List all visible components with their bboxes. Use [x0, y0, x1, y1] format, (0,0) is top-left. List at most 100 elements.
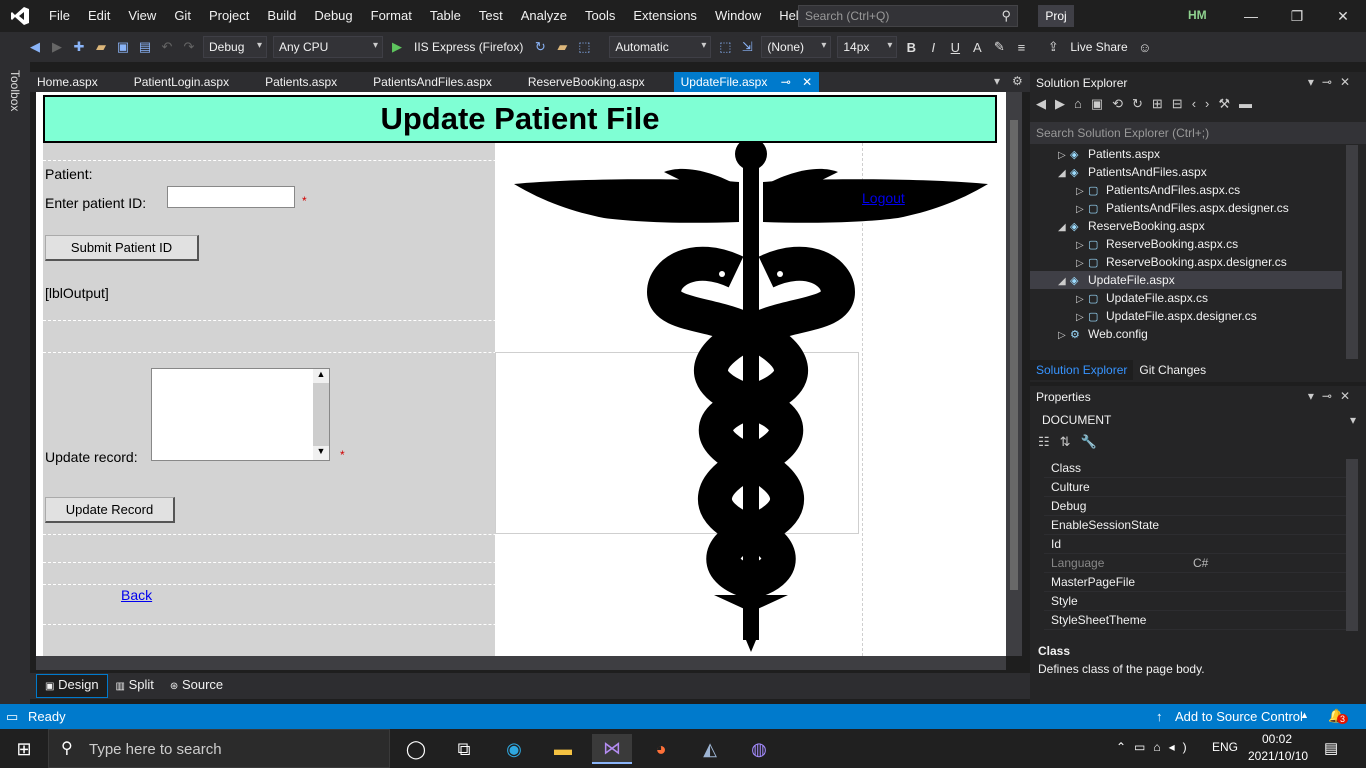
tree-item-reservebooking-designer[interactable]: ▷ ▢ ReserveBooking.aspx.designer.cs — [1030, 253, 1342, 271]
tab-design[interactable]: ▣ Design — [36, 674, 108, 698]
properties-object-dropdown[interactable]: DOCUMENT ▾ — [1036, 410, 1360, 430]
tab-list-icon[interactable]: ▾ — [994, 74, 1000, 88]
menu-test[interactable]: Test — [470, 0, 512, 32]
forward-icon[interactable]: ▶ — [46, 36, 68, 58]
menu-table[interactable]: Table — [421, 0, 470, 32]
panel-controls-icon[interactable]: ▾⊸✕ — [1308, 75, 1358, 89]
scrollbar-thumb[interactable] — [1010, 120, 1018, 590]
properties-controls-icon[interactable]: ▾⊸✕ — [1308, 389, 1358, 403]
live-share-button[interactable]: Live Share — [1070, 40, 1127, 54]
windows-start-icon[interactable]: ⊞ — [4, 734, 44, 764]
tab-patients[interactable]: Patients.aspx — [258, 72, 344, 92]
prop-row-culture[interactable]: Culture — [1044, 478, 1356, 497]
properties-toolbar-icons[interactable]: ☷⇅🔧 — [1038, 434, 1107, 450]
submit-patient-id-button[interactable]: Submit Patient ID — [45, 235, 199, 261]
prop-row-stylesheettheme[interactable]: StyleSheetTheme — [1044, 611, 1356, 630]
tab-git-changes[interactable]: Git Changes — [1133, 360, 1212, 380]
visual-studio-taskbar-icon[interactable]: ⋈ — [592, 734, 632, 764]
tree-item-reservebooking-cs[interactable]: ▷ ▢ ReserveBooking.aspx.cs — [1030, 235, 1342, 253]
tab-reservebooking[interactable]: ReserveBooking.aspx — [521, 72, 652, 92]
solution-toolbar-icons[interactable]: ◀▶⌂▣⟲↻⊞⊟‹›⚒▬ — [1036, 96, 1360, 118]
pin-icon[interactable]: ⊸ — [781, 75, 791, 89]
update-record-textarea[interactable] — [151, 368, 330, 461]
refresh-icon[interactable]: ↻ — [529, 36, 551, 58]
justify-icon[interactable]: ≡ — [1010, 36, 1032, 58]
settings-gear-icon[interactable]: ⚙ — [1012, 74, 1023, 88]
menu-format[interactable]: Format — [362, 0, 421, 32]
prop-row-enablesessionstate[interactable]: EnableSessionState — [1044, 516, 1356, 535]
action-center-icon[interactable]: ▤ — [1324, 739, 1338, 757]
bold-icon[interactable]: B — [900, 36, 922, 58]
open-folder-icon[interactable]: ▰ — [90, 36, 112, 58]
redo-icon[interactable]: ↷ — [178, 36, 200, 58]
designer-vertical-scrollbar[interactable] — [1006, 92, 1022, 656]
properties-scrollbar[interactable] — [1346, 459, 1358, 631]
project-name-badge[interactable]: Proj — [1038, 5, 1074, 27]
menu-file[interactable]: File — [40, 0, 79, 32]
italic-icon[interactable]: I — [922, 36, 944, 58]
github-desktop-icon[interactable]: ◍ — [739, 734, 779, 764]
style-target-dropdown[interactable]: (None) — [761, 36, 832, 58]
save-all-icon[interactable]: ▤ — [134, 36, 156, 58]
menu-project[interactable]: Project — [200, 0, 258, 32]
prop-row-language[interactable]: Language C# — [1044, 554, 1356, 573]
clock-time[interactable]: 00:02 — [1262, 732, 1292, 746]
configuration-dropdown[interactable]: Debug — [203, 36, 267, 58]
back-icon[interactable]: ◀ — [24, 36, 46, 58]
clock-date[interactable]: 2021/10/10 — [1248, 749, 1308, 763]
menu-debug[interactable]: Debug — [305, 0, 361, 32]
language-indicator[interactable]: ENG — [1212, 740, 1238, 754]
scroll-down-icon[interactable]: ▼ — [313, 446, 329, 460]
prop-row-id[interactable]: Id — [1044, 535, 1356, 554]
font-size-dropdown[interactable]: 14px — [837, 36, 898, 58]
underline-icon[interactable]: U — [944, 36, 966, 58]
undo-icon[interactable]: ↶ — [156, 36, 178, 58]
prop-row-debug[interactable]: Debug — [1044, 497, 1356, 516]
highlight-icon[interactable]: ✎ — [988, 36, 1010, 58]
format-mode-dropdown[interactable]: Automatic — [609, 36, 712, 58]
live-share-icon[interactable]: ⇪ — [1042, 36, 1064, 58]
menu-tools[interactable]: Tools — [576, 0, 624, 32]
minimize-icon[interactable]: — — [1228, 0, 1274, 32]
menu-analyze[interactable]: Analyze — [512, 0, 576, 32]
cortana-icon[interactable]: ◯ — [396, 734, 436, 764]
new-project-icon[interactable]: ✚ — [68, 36, 90, 58]
font-color-icon[interactable]: A — [966, 36, 988, 58]
platform-dropdown[interactable]: Any CPU — [273, 36, 383, 58]
menu-view[interactable]: View — [119, 0, 165, 32]
taskbar-search-input[interactable]: ⚲ Type here to search — [48, 729, 390, 768]
tree-item-patients[interactable]: ▷ ◈ Patients.aspx — [1030, 145, 1342, 163]
browse-icon[interactable]: ▰ — [551, 36, 573, 58]
add-to-source-control-button[interactable]: Add to Source Control — [1175, 709, 1303, 724]
solution-scrollbar[interactable] — [1346, 145, 1358, 359]
prop-row-class[interactable]: Class — [1044, 459, 1356, 478]
menu-edit[interactable]: Edit — [79, 0, 119, 32]
tab-solution-explorer[interactable]: Solution Explorer — [1030, 360, 1134, 380]
close-window-icon[interactable]: ✕ — [1320, 0, 1366, 32]
designer-horizontal-scrollbar[interactable] — [36, 656, 1006, 670]
logout-link[interactable]: Logout — [862, 190, 905, 206]
back-link[interactable]: Back — [121, 587, 152, 603]
textarea-scrollbar[interactable]: ▲ ▼ — [313, 369, 329, 460]
sql-server-icon[interactable]: ◭ — [690, 734, 730, 764]
tree-item-updatefile-designer[interactable]: ▷ ▢ UpdateFile.aspx.designer.cs — [1030, 307, 1342, 325]
feedback-icon[interactable]: ☺ — [1134, 36, 1156, 58]
menu-build[interactable]: Build — [258, 0, 305, 32]
task-view-icon[interactable]: ⧉ — [444, 734, 484, 764]
edge-icon[interactable]: ◉ — [494, 734, 534, 764]
tree-item-updatefile-cs[interactable]: ▷ ▢ UpdateFile.aspx.cs — [1030, 289, 1342, 307]
tab-patientlogin[interactable]: PatientLogin.aspx — [127, 72, 236, 92]
tree-item-reservebooking[interactable]: ◢ ◈ ReserveBooking.aspx — [1030, 217, 1342, 235]
tab-source[interactable]: ⊛ Source — [162, 675, 231, 697]
caret-up-icon[interactable]: ▲ — [1300, 710, 1309, 720]
tab-patientsandfiles[interactable]: PatientsAndFiles.aspx — [366, 72, 499, 92]
run-target-button[interactable]: IIS Express (Firefox) — [414, 40, 523, 54]
system-tray-icons[interactable]: ⌃▭⌂◂) — [1116, 740, 1195, 754]
solution-search-input[interactable]: Search Solution Explorer (Ctrl+;) — [1030, 122, 1366, 144]
tree-item-updatefile[interactable]: ◢ ◈ UpdateFile.aspx — [1030, 271, 1342, 289]
prop-row-masterpagefile[interactable]: MasterPageFile — [1044, 573, 1356, 592]
tree-item-patientsandfiles[interactable]: ◢ ◈ PatientsAndFiles.aspx — [1030, 163, 1342, 181]
save-icon[interactable]: ▣ — [112, 36, 134, 58]
tree-item-patientsandfiles-cs[interactable]: ▷ ▢ PatientsAndFiles.aspx.cs — [1030, 181, 1342, 199]
firefox-icon[interactable]: ◕ — [641, 734, 681, 764]
